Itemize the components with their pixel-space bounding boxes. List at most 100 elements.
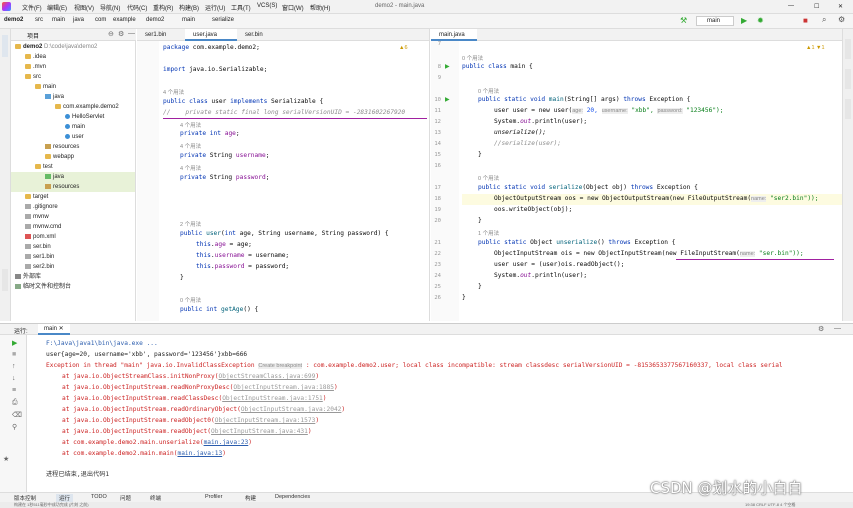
run-settings-icon[interactable]: ⚙: [818, 325, 824, 333]
editor-main-java[interactable]: main.java ▲1 ▼1 7 8 9 10 11 12 13 14 15 …: [431, 29, 842, 321]
usage-hint[interactable]: 4 个用法: [163, 88, 184, 96]
usage-hint[interactable]: 4 个用法: [180, 142, 201, 150]
menu-run[interactable]: 运行(U): [205, 3, 225, 12]
tree-target[interactable]: target: [25, 192, 48, 202]
maven-tool-icon[interactable]: [845, 39, 851, 59]
settings-gear-icon[interactable]: ⚙: [838, 15, 845, 24]
usage-hint[interactable]: 4 个用法: [180, 164, 201, 172]
minimize-icon[interactable]: —: [788, 3, 794, 9]
tree-src[interactable]: src: [25, 72, 41, 82]
run-icon[interactable]: ▶: [741, 16, 747, 25]
tree-pom[interactable]: pom.xml: [25, 232, 56, 242]
breadcrumb-demo2[interactable]: demo2: [4, 17, 23, 23]
usage-hint[interactable]: 0 个用法: [180, 296, 201, 304]
inspection-warnings[interactable]: ▲1 ▼1: [806, 45, 825, 51]
close-icon[interactable]: ✕: [838, 3, 843, 10]
usage-hint[interactable]: 2 个用法: [180, 220, 201, 228]
run-gutter-icon[interactable]: ▶: [445, 96, 450, 103]
inspection-warnings[interactable]: ▲6: [399, 45, 408, 51]
structure-tool-icon[interactable]: [2, 269, 8, 291]
run-config-tab[interactable]: main ✕: [38, 324, 70, 335]
hide-panel-icon[interactable]: —: [128, 30, 135, 37]
hide-run-panel-icon[interactable]: —: [834, 325, 841, 332]
clear-icon[interactable]: ⌫: [12, 411, 22, 419]
editor-user-java[interactable]: ser1.bin user.java ser.bin ▲6 package co…: [137, 29, 430, 321]
build-hammer-icon[interactable]: ⚒: [680, 16, 687, 25]
stack-frame-link[interactable]: ObjectInputStream.java:2042: [241, 406, 342, 413]
tab-user-java[interactable]: user.java: [185, 29, 237, 41]
scroll-down-icon[interactable]: ↓: [12, 375, 16, 382]
rerun-icon[interactable]: ▶: [12, 339, 17, 347]
menu-code[interactable]: 代码(C): [127, 3, 147, 12]
usage-hint[interactable]: 0 个用法: [478, 87, 499, 95]
project-tool-icon[interactable]: [2, 35, 8, 57]
usage-hint[interactable]: 1 个用法: [478, 229, 499, 237]
breadcrumb-serialize[interactable]: serialize: [212, 17, 234, 23]
tab-main-java[interactable]: main.java: [431, 29, 477, 41]
tree-ser-bin[interactable]: ser.bin: [25, 242, 51, 252]
breadcrumb-demo2-pkg[interactable]: demo2: [146, 17, 164, 23]
menu-view[interactable]: 视图(V): [74, 3, 94, 12]
menu-edit[interactable]: 编辑(E): [47, 3, 67, 12]
tree-idea[interactable]: .idea: [25, 52, 46, 62]
tree-mvn[interactable]: .mvn: [25, 62, 46, 72]
tree-ser2-bin[interactable]: ser2.bin: [25, 262, 54, 272]
menu-tools[interactable]: 工具(T): [231, 3, 251, 12]
tree-webapp[interactable]: webapp: [45, 152, 74, 162]
tree-mvnw[interactable]: mvnw: [25, 212, 49, 222]
maximize-icon[interactable]: ☐: [814, 3, 819, 10]
project-view-select[interactable]: 项目: [27, 31, 39, 40]
scroll-up-icon[interactable]: ↑: [12, 363, 16, 370]
panel-settings-icon[interactable]: ⚙: [118, 30, 124, 38]
tree-package[interactable]: com.example.demo2: [55, 102, 119, 112]
tree-external-libs[interactable]: 外部库: [15, 272, 41, 282]
menu-build[interactable]: 构建(B): [179, 3, 199, 12]
tab-build[interactable]: 构建: [245, 494, 256, 502]
tree-resources[interactable]: resources: [45, 142, 79, 152]
menu-vcs[interactable]: VCS(S): [257, 3, 277, 9]
soft-wrap-icon[interactable]: ≡: [12, 387, 16, 394]
search-icon[interactable]: ⌕: [822, 15, 826, 25]
database-tool-icon[interactable]: [845, 69, 851, 89]
stop-icon[interactable]: ■: [803, 16, 808, 25]
menu-help[interactable]: 帮助(H): [310, 3, 330, 12]
tree-gitignore[interactable]: .gitignore: [25, 202, 58, 212]
pin-icon[interactable]: ⚲: [12, 423, 17, 431]
tree-scratches[interactable]: 临时文件和控制台: [15, 282, 71, 292]
menu-navigate[interactable]: 导航(N): [100, 3, 120, 12]
tree-test-resources[interactable]: resources: [11, 182, 135, 192]
breadcrumb-java[interactable]: java: [73, 17, 84, 23]
tab-profiler[interactable]: Profiler: [205, 494, 222, 500]
tree-test-java[interactable]: java: [11, 172, 135, 182]
tree-main[interactable]: main: [35, 82, 56, 92]
tree-helloservlet[interactable]: HelloServlet: [65, 112, 104, 122]
tab-problems[interactable]: 问题: [120, 494, 131, 502]
stack-frame-link[interactable]: main.java:13: [177, 450, 222, 457]
create-breakpoint-hint[interactable]: Create breakpoint: [258, 363, 303, 369]
tree-java[interactable]: java: [45, 92, 64, 102]
breadcrumb-example[interactable]: example: [113, 17, 136, 23]
tree-main-class[interactable]: main: [65, 122, 85, 132]
stack-frame-link[interactable]: ObjectStreamClass.java:699: [218, 373, 315, 380]
stop-run-icon[interactable]: ■: [12, 351, 16, 358]
tree-root[interactable]: demo2 D:\code\java\demo2: [15, 42, 97, 52]
run-gutter-icon[interactable]: ▶: [445, 63, 450, 70]
menu-refactor[interactable]: 重构(R): [153, 3, 173, 12]
tree-mvnw-cmd[interactable]: mvnw.cmd: [25, 222, 61, 232]
tab-todo[interactable]: TODO: [91, 494, 107, 500]
tab-dependencies[interactable]: Dependencies: [275, 494, 310, 500]
tab-ser-bin[interactable]: ser.bin: [237, 29, 285, 41]
tab-version-control[interactable]: 版本控制: [14, 494, 36, 502]
tree-test[interactable]: test: [35, 162, 53, 172]
tree-ser1-bin[interactable]: ser1.bin: [25, 252, 54, 262]
tab-run[interactable]: 运行: [56, 494, 74, 502]
breadcrumb-com[interactable]: com: [95, 17, 106, 23]
tree-user-class[interactable]: user: [65, 132, 84, 142]
debug-icon[interactable]: ✹: [757, 16, 764, 25]
breadcrumb-main-class[interactable]: main: [182, 17, 195, 23]
run-config-select[interactable]: main: [696, 16, 734, 26]
menu-window[interactable]: 窗口(W): [282, 3, 304, 12]
notifications-tool-icon[interactable]: [845, 99, 851, 119]
menu-file[interactable]: 文件(F): [22, 3, 42, 12]
stack-frame-link[interactable]: ObjectInputStream.java:1573: [215, 417, 316, 424]
